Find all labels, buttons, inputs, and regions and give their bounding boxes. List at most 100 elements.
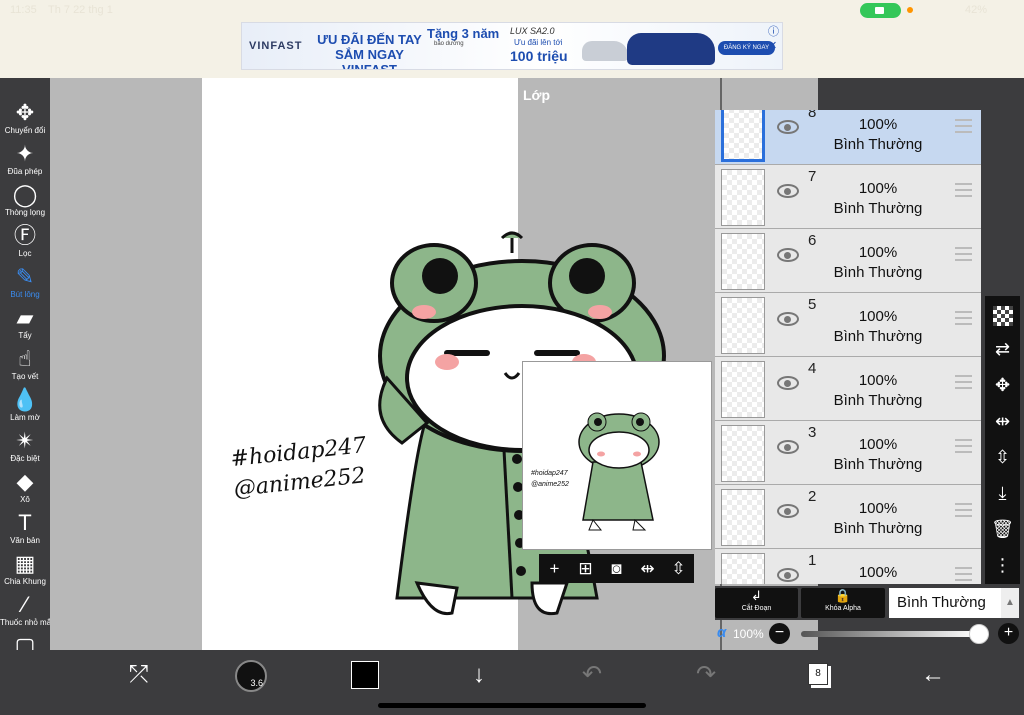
layer-row[interactable]: 8 100% Bình Thường [715,110,981,165]
layer-opacity: 100% [858,500,898,517]
tool-move[interactable]: ✥ Chuyển đổi [0,100,50,135]
tool-blur[interactable]: 💧 Làm mờ [0,387,50,422]
alpha-lock-button[interactable]: 🔒 Khóa Alpha [801,588,885,618]
drag-handle-icon[interactable] [955,119,972,133]
flip-vertical-layer-icon[interactable]: ⇳ [985,442,1020,472]
flip-horizontal-icon[interactable]: ⇹ [632,554,663,583]
camera-icon[interactable]: ◙ [601,554,632,583]
layer-list: 8 100% Bình Thường 7 100% Bình Thường 6 100% Bìn… [715,110,981,584]
visibility-eye-icon[interactable] [777,312,799,326]
alpha-lock-label: Khóa Alpha [825,605,861,612]
tool-text[interactable]: T Văn bản [0,510,50,545]
layer-thumbnail[interactable] [721,425,765,482]
tool-fx[interactable]: Ⓕ Lọc [0,223,50,258]
ad-cta-button[interactable]: ĐĂNG KÝ NGAY [718,41,775,55]
tool-bucket[interactable]: ◆ Xô [0,469,50,504]
redo-icon[interactable]: ↷ [683,650,729,700]
opacity-slider-thumb[interactable] [969,624,989,644]
layer-blend-mode: Bình Thường [833,200,923,217]
drag-handle-icon[interactable] [955,567,972,581]
drag-handle-icon[interactable] [955,439,972,453]
layer-number: 8 [808,110,817,121]
layer-transfer-icon[interactable]: ⇄ [985,334,1020,364]
flip-horizontal-layer-icon[interactable]: ⇹ [985,406,1020,436]
tool-special[interactable]: ✴ Đặc biệt [0,428,50,463]
tool-magic-wand[interactable]: ✦ Đũa phép [0,141,50,176]
drag-handle-icon[interactable] [955,375,972,389]
quick-actions-icon[interactable]: ⤱ [116,650,162,700]
blend-mode-select[interactable]: Bình Thường [889,588,1001,618]
ad-banner[interactable]: VINFAST ƯU ĐÃI ĐẾN TAY SẮM NGAY VINFAST … [241,22,783,70]
clipping-button[interactable]: ↲ Cắt Đoạn [715,588,798,618]
smudge-icon: ☝ [18,346,32,371]
layer-blend-mode: Bình Thường [833,328,923,345]
layer-row[interactable]: 7 100% Bình Thường [715,166,981,229]
layer-thumbnail[interactable] [721,297,765,354]
car-image [582,41,628,61]
opacity-slider[interactable] [801,631,977,637]
visibility-eye-icon[interactable] [777,184,799,198]
layer-blend-bar: ↲ Cắt Đoạn 🔒 Khóa Alpha Bình Thường ▲ [715,586,1020,620]
layer-thumbnail[interactable] [721,361,765,418]
tool-label: Làm mờ [10,413,40,422]
blend-mode-arrow-icon[interactable]: ▲ [1001,588,1019,618]
tool-eyedropper[interactable]: ⁄ Thuốc nhỏ mắt [0,592,50,627]
layer-row[interactable]: 6 100% Bình Thường [715,230,981,293]
tool-label: Văn bản [10,536,40,545]
visibility-eye-icon[interactable] [777,376,799,390]
layer-thumbnail[interactable] [721,110,765,162]
tool-lasso[interactable]: ◯ Thòng lọng [0,182,50,217]
layer-number: 2 [808,488,817,505]
status-time: 11:35 [10,4,37,16]
tool-label: Chia Khung [4,577,46,586]
drag-handle-icon[interactable] [955,503,972,517]
drag-handle-icon[interactable] [955,311,972,325]
drag-handle-icon[interactable] [955,183,972,197]
layer-panel-title: Lớp [523,87,551,103]
layer-thumbnail[interactable] [721,233,765,290]
layer-row[interactable]: 4 100% Bình Thường [715,358,981,421]
delete-layer-icon[interactable]: 🗑 [985,514,1020,544]
opacity-decrease-button[interactable]: − [769,623,790,644]
visibility-eye-icon[interactable] [777,440,799,454]
drag-handle-icon[interactable] [955,247,972,261]
tool-brush[interactable]: ✎ Bút lông [0,264,50,299]
merge-down-icon[interactable]: ⤓ [985,478,1020,508]
opacity-increase-button[interactable]: + [998,623,1019,644]
layer-actions-bar: ⇄ ✥ ⇹ ⇳ ⤓ 🗑 ⋮ [985,296,1020,584]
add-layer-icon[interactable]: + [539,554,570,583]
ad-close-icon[interactable]: ⓘ ✕ [768,23,782,52]
tool-eraser[interactable]: ▰ Tẩy [0,305,50,340]
layer-row[interactable]: 1100%Bình Thường [715,550,981,584]
layer-row[interactable]: 2 100% Bình Thường [715,486,981,549]
layer-row[interactable]: 3 100% Bình Thường [715,422,981,485]
visibility-eye-icon[interactable] [777,248,799,262]
undo-icon[interactable]: ↶ [569,650,615,700]
layer-thumbnail[interactable] [721,553,765,584]
layer-thumbnail[interactable] [721,169,765,226]
brush-icon: ✎ [15,264,35,289]
layer-thumbnail[interactable] [721,489,765,546]
visibility-eye-icon[interactable] [777,120,799,134]
ad-brand: VINFAST [249,40,303,52]
tool-label: Đặc biệt [10,454,40,463]
layer-count-button[interactable]: 8 [808,663,828,685]
tool-smudge[interactable]: ☝ Tạo vết [0,346,50,381]
more-options-icon[interactable]: ⋮ [985,550,1020,580]
canvas-preview: #hoidap247 @anime252 [522,361,712,550]
tool-frame-divider[interactable]: ▦ Chia Khung [0,551,50,586]
layer-opacity: 100% [858,372,898,389]
layer-opacity: 100% [858,436,898,453]
color-swatch[interactable] [351,661,379,689]
download-icon[interactable]: ↓ [456,650,502,700]
visibility-eye-icon[interactable] [777,568,799,582]
flip-vertical-icon[interactable]: ⇳ [663,554,694,583]
move-layer-icon[interactable]: ✥ [985,370,1020,400]
transparency-checker-icon[interactable] [985,298,1020,328]
visibility-eye-icon[interactable] [777,504,799,518]
layer-row[interactable]: 5 100% Bình Thường [715,294,981,357]
add-layer-copy-icon[interactable]: ⊞ [570,554,601,583]
magic-wand-icon: ✦ [15,141,35,166]
brush-size-button[interactable]: 3.6 [235,660,267,692]
back-arrow-icon[interactable]: ← [910,650,956,700]
